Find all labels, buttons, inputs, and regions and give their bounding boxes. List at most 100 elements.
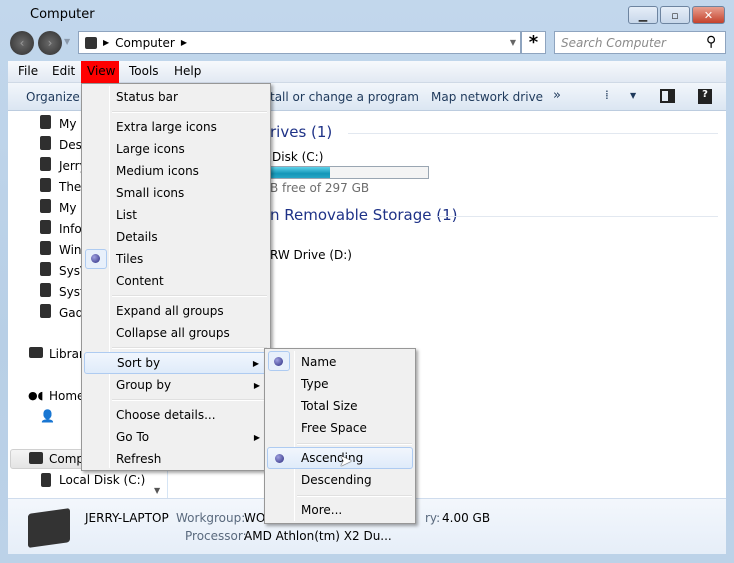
menu-bar: File Edit View Tools Help bbox=[8, 61, 726, 83]
memory-value: 4.00 GB bbox=[442, 511, 491, 525]
uninstall-program-button[interactable]: tall or change a program bbox=[270, 90, 419, 104]
submenu-arrow-icon: ▶ bbox=[253, 380, 260, 390]
menu-item-label: More... bbox=[301, 503, 343, 517]
menu-item-label: Medium icons bbox=[116, 164, 199, 178]
refresh-icon[interactable]: * bbox=[521, 31, 546, 54]
group-header-removable-storage[interactable]: n Removable Storage (1) bbox=[270, 206, 458, 224]
sidebar-computer[interactable]: Comp bbox=[49, 452, 84, 466]
menu-item-label: Collapse all groups bbox=[116, 326, 230, 340]
maximize-button[interactable]: ▫ bbox=[660, 6, 690, 24]
sort-item-name[interactable]: Name bbox=[267, 351, 413, 373]
sidebar-libraries[interactable]: Librar bbox=[49, 347, 84, 361]
menu-item-status-bar[interactable]: Status bar bbox=[84, 86, 268, 108]
change-view-icon[interactable]: ⁞ bbox=[605, 88, 609, 102]
menu-item-label: Total Size bbox=[301, 399, 358, 413]
breadcrumb-arrow-icon[interactable]: ▶ bbox=[181, 38, 187, 47]
menu-item-collapse-all-groups[interactable]: Collapse all groups bbox=[84, 322, 268, 344]
search-input[interactable]: Search Computer bbox=[554, 31, 726, 54]
memory-label: ry: bbox=[425, 511, 441, 525]
menu-view[interactable]: View bbox=[81, 61, 119, 83]
dvd-drive-name[interactable]: RW Drive (D:) bbox=[270, 248, 352, 262]
user-icon: 👤 bbox=[40, 409, 55, 423]
libraries-icon bbox=[29, 347, 43, 358]
menu-file[interactable]: File bbox=[18, 64, 38, 78]
forward-button[interactable]: › bbox=[38, 31, 62, 55]
recent-pages-dropdown[interactable]: ▼ bbox=[64, 37, 70, 46]
sort-item-type[interactable]: Type bbox=[267, 373, 413, 395]
computer-name: JERRY-LAPTOP bbox=[85, 511, 169, 525]
organize-button[interactable]: Organize bbox=[26, 90, 80, 104]
minimize-button[interactable]: ▁ bbox=[628, 6, 658, 24]
menu-edit[interactable]: Edit bbox=[52, 64, 75, 78]
sidebar-item[interactable]: Info bbox=[59, 222, 82, 236]
search-icon[interactable]: ⚲ bbox=[706, 34, 716, 50]
sidebar-item[interactable]: My bbox=[59, 201, 76, 215]
sort-item-free-space[interactable]: Free Space bbox=[267, 417, 413, 439]
menu-item-medium-icons[interactable]: Medium icons bbox=[84, 160, 268, 182]
address-bar[interactable]: ▶ Computer ▶ ▼ bbox=[78, 31, 521, 54]
menu-item-extra-large-icons[interactable]: Extra large icons bbox=[84, 116, 268, 138]
view-menu: Status bar Extra large icons Large icons… bbox=[81, 83, 271, 471]
computer-icon bbox=[29, 452, 43, 464]
menu-item-label: Expand all groups bbox=[116, 304, 224, 318]
menu-item-label: Small icons bbox=[116, 186, 185, 200]
menu-item-choose-details[interactable]: Choose details... bbox=[84, 404, 268, 426]
menu-item-label: Descending bbox=[301, 473, 372, 487]
sidebar-local-disk[interactable]: Local Disk (C:) bbox=[59, 473, 145, 487]
sidebar-homegroup[interactable]: Home bbox=[49, 389, 84, 403]
radio-checked-icon bbox=[274, 357, 283, 366]
menu-item-label: Ascending bbox=[301, 451, 364, 465]
menu-item-sort-by[interactable]: Sort by ▶ bbox=[84, 352, 268, 374]
sidebar-item[interactable]: Win bbox=[59, 243, 82, 257]
menu-item-large-icons[interactable]: Large icons bbox=[84, 138, 268, 160]
menu-item-label: Refresh bbox=[116, 452, 162, 466]
sidebar-item[interactable]: My bbox=[59, 117, 76, 131]
menu-item-label: Extra large icons bbox=[116, 120, 217, 134]
sort-item-more[interactable]: More... bbox=[267, 499, 413, 521]
breadcrumb-arrow-icon[interactable]: ▶ bbox=[103, 38, 109, 47]
menu-item-label: Status bar bbox=[116, 90, 178, 104]
submenu-arrow-icon: ▶ bbox=[253, 432, 260, 442]
menu-item-group-by[interactable]: Group by ▶ bbox=[84, 374, 268, 396]
scroll-down-arrow[interactable]: ▼ bbox=[154, 486, 160, 495]
sort-item-total-size[interactable]: Total Size bbox=[267, 395, 413, 417]
workgroup-value: WO bbox=[244, 511, 266, 525]
address-dropdown-icon[interactable]: ▼ bbox=[510, 38, 516, 47]
mouse-cursor: ➤ bbox=[339, 451, 353, 470]
menu-item-label: Group by bbox=[116, 378, 172, 392]
view-dropdown-icon[interactable]: ▼ bbox=[630, 91, 636, 100]
menu-item-expand-all-groups[interactable]: Expand all groups bbox=[84, 300, 268, 322]
disk-icon bbox=[41, 473, 51, 487]
menu-item-content[interactable]: Content bbox=[84, 270, 268, 292]
help-icon[interactable]: ? bbox=[698, 89, 712, 104]
sidebar-item[interactable]: The bbox=[59, 180, 81, 194]
disk-usage-bar bbox=[258, 166, 429, 179]
menu-tools[interactable]: Tools bbox=[129, 64, 159, 78]
homegroup-icon: ●◖ bbox=[28, 389, 44, 402]
preview-pane-icon[interactable] bbox=[660, 89, 675, 103]
menu-item-label: Free Space bbox=[301, 421, 367, 435]
processor-label: Processor: bbox=[185, 529, 247, 543]
back-button[interactable]: ‹ bbox=[10, 31, 34, 55]
sort-by-submenu: Name Type Total Size Free Space Ascendin… bbox=[264, 348, 416, 524]
local-disk-name[interactable]: Disk (C:) bbox=[272, 150, 323, 164]
menu-item-refresh[interactable]: Refresh bbox=[84, 448, 268, 470]
breadcrumb-computer[interactable]: Computer bbox=[115, 36, 175, 50]
menu-item-small-icons[interactable]: Small icons bbox=[84, 182, 268, 204]
disk-free-space: B free of 297 GB bbox=[270, 181, 370, 195]
menu-help[interactable]: Help bbox=[174, 64, 201, 78]
more-commands-button[interactable]: » bbox=[553, 88, 561, 103]
window-title: Computer bbox=[30, 7, 95, 22]
menu-item-list[interactable]: List bbox=[84, 204, 268, 226]
menu-item-details[interactable]: Details bbox=[84, 226, 268, 248]
group-header-hard-disk-drives[interactable]: rives (1) bbox=[270, 123, 332, 141]
radio-checked-icon bbox=[275, 454, 284, 463]
sidebar-item[interactable]: Gad bbox=[59, 306, 83, 320]
menu-item-label: Go To bbox=[116, 430, 150, 444]
sort-item-descending[interactable]: Descending bbox=[267, 469, 413, 491]
close-button[interactable]: ✕ bbox=[692, 6, 725, 24]
menu-item-tiles[interactable]: Tiles bbox=[84, 248, 268, 270]
menu-item-go-to[interactable]: Go To ▶ bbox=[84, 426, 268, 448]
map-network-drive-button[interactable]: Map network drive bbox=[431, 90, 543, 104]
menu-item-label: List bbox=[116, 208, 137, 222]
